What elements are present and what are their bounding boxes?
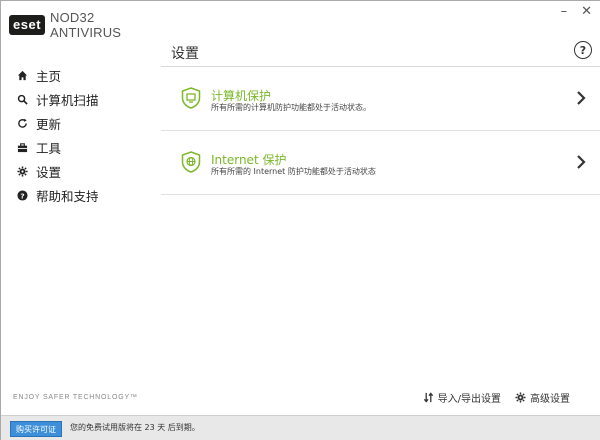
toolbox-icon <box>16 141 28 153</box>
help-button[interactable]: ? <box>574 41 592 59</box>
shield-globe-icon <box>181 151 201 173</box>
buy-license-button[interactable]: 购买许可证 <box>10 421 62 437</box>
gear-icon <box>515 392 526 403</box>
sidebar-item-label: 工具 <box>36 140 62 156</box>
eset-logo: eset <box>9 15 46 35</box>
sidebar-item-tools[interactable]: 工具 <box>1 135 161 159</box>
import-export-icon <box>423 392 433 403</box>
sidebar-item-settings[interactable]: 设置 <box>1 159 161 183</box>
window-controls: – ✕ <box>561 5 592 19</box>
sidebar-item-update[interactable]: 更新 <box>1 111 161 135</box>
computer-protection-section[interactable]: 计算机保护 所有所需的计算机防护功能都处于活动状态。 <box>161 67 600 131</box>
sidebar-item-help-support[interactable]: ? 帮助和支持 <box>1 183 161 207</box>
main-panel: – ✕ 设置 ? 计算机保护 所有所需的计算机防护功能都处于活动状态。 Inte… <box>161 1 600 415</box>
gear-icon <box>16 165 28 177</box>
svg-text:?: ? <box>20 191 24 200</box>
refresh-icon <box>16 117 28 129</box>
trial-expiry-text: 您的免费试用版将在 23 天 后到期。 <box>70 423 200 432</box>
bottom-actions: 导入/导出设置 高级设置 <box>423 390 570 405</box>
import-export-settings-link[interactable]: 导入/导出设置 <box>423 390 501 405</box>
shield-monitor-icon <box>181 87 201 109</box>
status-bar: 购买许可证 您的免费试用版将在 23 天 后到期。 <box>1 415 600 440</box>
close-button[interactable]: ✕ <box>581 5 592 19</box>
sidebar-item-label: 主页 <box>36 68 62 84</box>
chevron-right-icon <box>577 91 586 105</box>
app-logo: eset NOD32 ANTIVIRUS <box>9 10 161 40</box>
help-icon: ? <box>16 189 28 201</box>
sidebar-item-label: 更新 <box>36 116 62 132</box>
advanced-settings-label: 高级设置 <box>530 394 570 405</box>
sidebar-item-label: 设置 <box>36 164 62 180</box>
import-export-label: 导入/导出设置 <box>437 394 501 405</box>
sidebar: eset NOD32 ANTIVIRUS 主页 计算机扫描 更新 工具 设置 ?… <box>1 1 161 415</box>
product-name: NOD32 ANTIVIRUS <box>50 10 122 40</box>
internet-protection-section[interactable]: Internet 保护 所有所需的 Internet 防护功能都处于活动状态 <box>161 131 600 195</box>
sidebar-nav: 主页 计算机扫描 更新 工具 设置 ? 帮助和支持 <box>1 63 161 207</box>
search-icon <box>16 93 28 105</box>
section-description: 所有所需的计算机防护功能都处于活动状态。 <box>211 103 371 112</box>
section-description: 所有所需的 Internet 防护功能都处于活动状态 <box>211 167 376 176</box>
sidebar-item-computer-scan[interactable]: 计算机扫描 <box>1 87 161 111</box>
sidebar-item-home[interactable]: 主页 <box>1 63 161 87</box>
tagline: ENJOY SAFER TECHNOLOGY™ <box>13 394 138 401</box>
app-window: eset NOD32 ANTIVIRUS 主页 计算机扫描 更新 工具 设置 ?… <box>0 0 600 440</box>
sidebar-item-label: 计算机扫描 <box>36 92 99 108</box>
chevron-right-icon <box>577 155 586 169</box>
page-title: 设置 <box>171 46 199 62</box>
advanced-settings-link[interactable]: 高级设置 <box>515 390 570 405</box>
sidebar-item-label: 帮助和支持 <box>36 188 99 204</box>
minimize-button[interactable]: – <box>561 5 568 19</box>
home-icon <box>16 69 28 81</box>
